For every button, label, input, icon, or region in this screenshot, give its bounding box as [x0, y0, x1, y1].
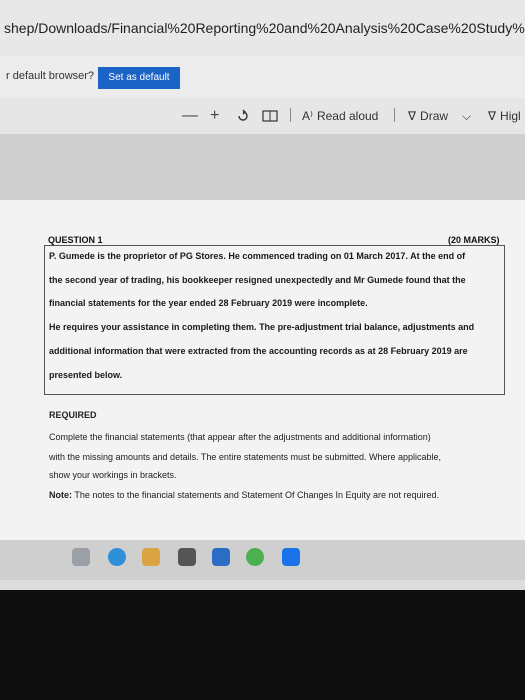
task-view-icon[interactable]	[72, 548, 90, 566]
chrome-icon[interactable]	[246, 548, 264, 566]
chevron-down-icon[interactable]: ⌵	[462, 106, 471, 126]
default-browser-prompt: r default browser?	[6, 70, 95, 82]
highlight-button[interactable]: ∇ Higl	[488, 106, 521, 126]
highlight-label: Higl	[500, 109, 521, 123]
scenario-line: additional information that were extract…	[49, 346, 468, 356]
scenario-line: the second year of trading, his bookkeep…	[49, 275, 466, 285]
default-browser-infobar: r default browser?	[0, 56, 525, 99]
scenario-line: presented below.	[49, 370, 123, 380]
highlighter-icon: ∇	[488, 109, 497, 123]
question-marks: (20 MARKS)	[448, 235, 500, 245]
page-view-icon[interactable]	[262, 106, 278, 126]
note-text: The notes to the financial statements an…	[72, 490, 440, 500]
screen: shep/Downloads/Financial%20Reporting%20a…	[0, 0, 525, 590]
scenario-line: P. Gumede is the proprietor of PG Stores…	[49, 251, 466, 261]
file-explorer-icon[interactable]	[142, 548, 160, 566]
draw-label: Draw	[420, 109, 449, 123]
pen-icon: ∇	[408, 109, 417, 123]
read-aloud-button[interactable]: A⁾ Read aloud	[302, 106, 378, 126]
required-heading: REQUIRED	[49, 410, 97, 420]
scenario-line: He requires your assistance in completin…	[49, 322, 475, 332]
rotate-icon[interactable]	[236, 106, 250, 126]
edge-browser-icon[interactable]	[108, 548, 126, 566]
zoom-out-button[interactable]: —	[182, 106, 198, 126]
url-text[interactable]: shep/Downloads/Financial%20Reporting%20a…	[4, 20, 525, 36]
dropbox-icon[interactable]	[282, 548, 300, 566]
read-aloud-icon: A⁾	[302, 109, 313, 123]
required-line: Complete the financial statements (that …	[49, 432, 431, 442]
draw-button[interactable]: ∇ Draw	[408, 106, 448, 126]
toolbar-separator	[290, 108, 291, 122]
read-aloud-label: Read aloud	[316, 109, 379, 123]
question-title: QUESTION 1	[48, 235, 103, 245]
note-line: Note: The notes to the financial stateme…	[49, 490, 439, 500]
note-label: Note:	[49, 490, 72, 500]
toolbar-separator	[394, 108, 395, 122]
store-icon[interactable]	[178, 548, 196, 566]
required-line: with the missing amounts and details. Th…	[49, 452, 442, 462]
set-as-default-button[interactable]: Set as default	[98, 67, 180, 89]
monitor-bezel	[0, 590, 525, 700]
required-line: show your workings in brackets.	[49, 470, 177, 480]
mail-icon[interactable]	[212, 548, 230, 566]
zoom-in-button[interactable]: +	[210, 106, 219, 126]
page-gap	[0, 134, 525, 200]
scenario-line: financial statements for the year ended …	[49, 298, 368, 308]
address-bar[interactable]: shep/Downloads/Financial%20Reporting%20a…	[0, 0, 525, 56]
